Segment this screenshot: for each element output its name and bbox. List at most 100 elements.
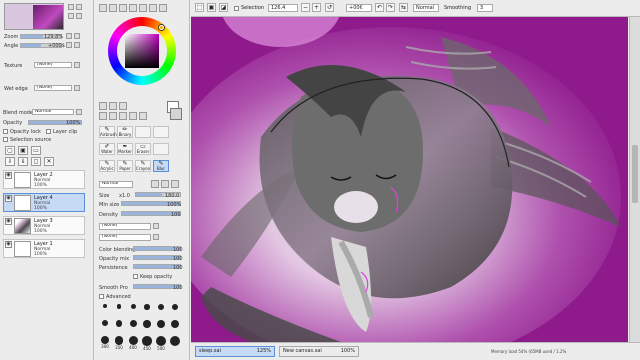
- brush-shape-select[interactable]: [None]: [99, 223, 151, 230]
- brush-size-preset[interactable]: [169, 320, 181, 328]
- new-layer-icon[interactable]: ▢: [5, 146, 15, 155]
- tool-eraser[interactable]: ▭ Eraser: [135, 143, 151, 155]
- blend-mode-dropdown-icon[interactable]: [76, 109, 82, 115]
- primary-color-swatch[interactable]: [170, 108, 182, 120]
- swatches-tab-icon[interactable]: [129, 4, 137, 12]
- scratchpad-tab-icon[interactable]: [139, 4, 147, 12]
- layer-item[interactable]: ◉ Layer 2 Normal 100%: [3, 170, 85, 189]
- move-icon[interactable]: [99, 112, 107, 120]
- layer-item[interactable]: ◉ Layer 4 Normal 100%: [3, 193, 85, 212]
- brush-size-preset[interactable]: [99, 320, 111, 326]
- brush-size-preset[interactable]: [155, 320, 167, 328]
- transfer-down-icon[interactable]: ⇩: [5, 157, 15, 166]
- hsv-slider-tab-icon[interactable]: [119, 4, 127, 12]
- nav-reset-icon[interactable]: [68, 13, 74, 19]
- zoom-icon[interactable]: [109, 112, 117, 120]
- angle-field[interactable]: +00€: [346, 4, 372, 12]
- zoom-plus-icon[interactable]: +: [312, 3, 321, 12]
- tool-blur[interactable]: ✎ Blur: [153, 160, 169, 172]
- hand-icon[interactable]: [129, 112, 137, 120]
- opacity-lock-checkbox[interactable]: [3, 129, 8, 134]
- nav-zoom-out-icon[interactable]: [76, 4, 82, 10]
- nav-fit-icon[interactable]: [76, 13, 82, 19]
- zoom-plus-icon[interactable]: [74, 33, 80, 39]
- tool-paper[interactable]: ✎ Paper: [117, 160, 133, 172]
- brush-size-preset[interactable]: [127, 304, 139, 309]
- texture-dropdown-icon[interactable]: [74, 62, 80, 68]
- clear-layer-icon[interactable]: ◻: [31, 157, 41, 166]
- invert-selection-icon[interactable]: ▣: [207, 3, 216, 12]
- mixer-tab-icon[interactable]: [159, 4, 167, 12]
- color-wheel[interactable]: [108, 17, 176, 85]
- zoom-field[interactable]: 126.4: [268, 4, 298, 12]
- eye-icon[interactable]: ◉: [5, 241, 12, 248]
- selection-source-checkbox[interactable]: [3, 137, 8, 142]
- stabilizer-mode-select[interactable]: Normal: [413, 4, 439, 12]
- wet-edge-select[interactable]: [None]: [34, 85, 72, 91]
- merge-down-icon[interactable]: ⇓: [18, 157, 28, 166]
- rotate-ccw-icon[interactable]: ↶: [375, 3, 384, 12]
- color-wheel-tab-icon[interactable]: [99, 4, 107, 12]
- zoom-minus-icon[interactable]: [66, 33, 72, 39]
- palette-tab-icon[interactable]: [149, 4, 157, 12]
- brush-size-preset[interactable]: [169, 336, 181, 346]
- tool-binary[interactable]: ✏ Binary: [117, 126, 133, 138]
- eye-icon[interactable]: ◉: [5, 172, 12, 179]
- blend-mode-select[interactable]: Normal: [32, 109, 74, 115]
- keep-opacity-checkbox[interactable]: [133, 274, 138, 279]
- brush-shape-round-icon[interactable]: [151, 180, 159, 188]
- deselect-icon[interactable]: ⬚: [195, 3, 204, 12]
- show-selection-icon[interactable]: ◪: [219, 3, 228, 12]
- tool-slot-0-2[interactable]: [135, 126, 151, 138]
- scrollbar-thumb[interactable]: [632, 145, 638, 203]
- selection-checkbox[interactable]: [234, 6, 239, 11]
- layer-clip-checkbox[interactable]: [46, 129, 51, 134]
- brush-shape-dropdown-icon[interactable]: [153, 223, 159, 229]
- eyedropper-icon[interactable]: [139, 112, 147, 120]
- rotate-right-icon[interactable]: [74, 42, 80, 48]
- new-linework-layer-icon[interactable]: ▣: [18, 146, 28, 155]
- zoom-reset-icon[interactable]: ↺: [325, 3, 334, 12]
- eye-icon[interactable]: ◉: [5, 218, 12, 225]
- tool-slot-1-3[interactable]: [153, 143, 169, 155]
- navigator-thumbnail[interactable]: [4, 3, 64, 30]
- layer-item[interactable]: ◉ Layer 1 Normal 100%: [3, 239, 85, 258]
- new-folder-icon[interactable]: ▭: [31, 146, 41, 155]
- brush-size-preset[interactable]: 450: [141, 336, 153, 351]
- brush-size-preset[interactable]: [141, 304, 153, 310]
- saturation-value-square[interactable]: [125, 34, 159, 68]
- brush-size-preset[interactable]: [113, 320, 125, 327]
- brush-size-preset[interactable]: [99, 304, 111, 308]
- drawing-canvas[interactable]: [191, 17, 628, 342]
- wet-edge-dropdown-icon[interactable]: [74, 85, 80, 91]
- brush-shape-soft-icon[interactable]: [161, 180, 169, 188]
- rotate-left-icon[interactable]: [66, 42, 72, 48]
- brush-mode-select[interactable]: Normal: [99, 181, 133, 188]
- tool-acrylic[interactable]: ✎ Acrylic: [99, 160, 115, 172]
- brush-size-preset[interactable]: 300: [99, 336, 111, 349]
- tool-crayon[interactable]: ✎ Crayon: [135, 160, 151, 172]
- document-tab[interactable]: New canvas.sai 100%: [279, 346, 359, 357]
- hue-marker[interactable]: [159, 25, 164, 30]
- tool-airbrush[interactable]: ✎ Airbrush: [99, 126, 117, 138]
- brush-size-preset[interactable]: 350: [113, 336, 125, 350]
- magic-wand-icon[interactable]: [119, 102, 127, 110]
- nav-zoom-in-icon[interactable]: [68, 4, 74, 10]
- eye-icon[interactable]: ◉: [5, 195, 12, 202]
- brush-size-preset[interactable]: [113, 304, 125, 309]
- lasso-icon[interactable]: [109, 102, 117, 110]
- tool-water[interactable]: ✐ Water: [99, 143, 115, 155]
- advanced-checkbox[interactable]: [99, 294, 104, 299]
- brush-size-preset[interactable]: [141, 320, 153, 328]
- rotate-cw-icon[interactable]: ↷: [386, 3, 395, 12]
- brush-size-preset[interactable]: [169, 304, 181, 310]
- tool-marker[interactable]: ✒ Marker: [117, 143, 133, 155]
- brush-shape-hard-icon[interactable]: [171, 180, 179, 188]
- brush-size-preset[interactable]: [155, 304, 167, 310]
- brush-texture-select[interactable]: [None]: [99, 234, 151, 241]
- brush-texture-dropdown-icon[interactable]: [153, 234, 159, 240]
- rotate-icon[interactable]: [119, 112, 127, 120]
- texture-select[interactable]: [None]: [34, 62, 72, 68]
- brush-size-preset[interactable]: [127, 320, 139, 327]
- brush-size-preset[interactable]: 400: [127, 336, 139, 350]
